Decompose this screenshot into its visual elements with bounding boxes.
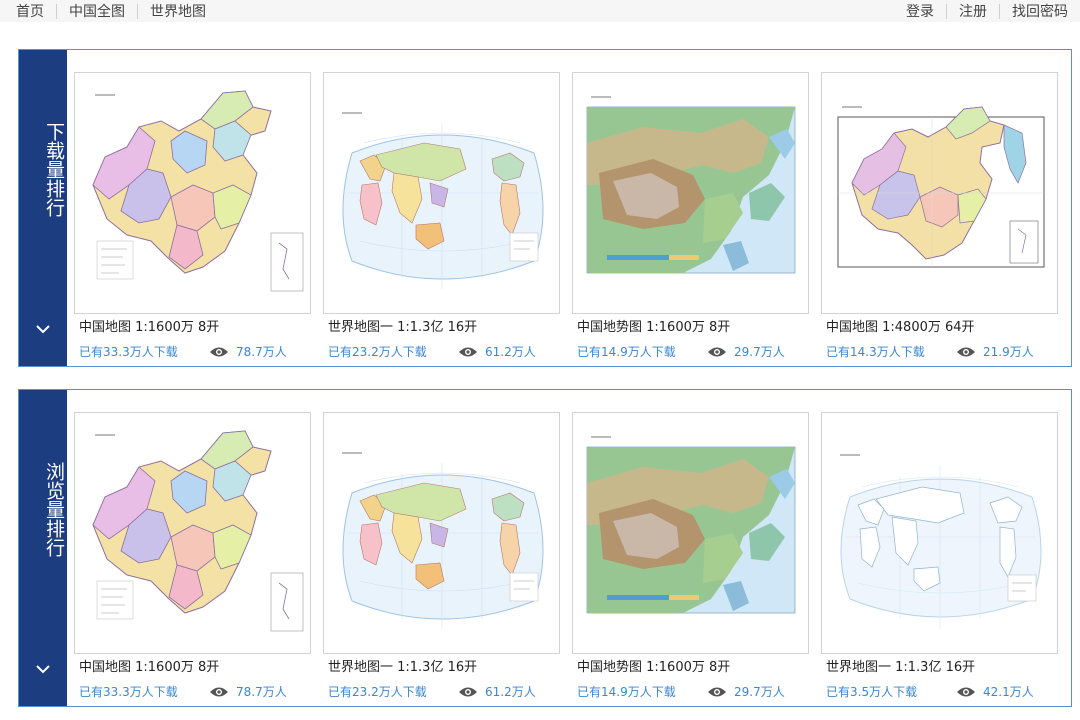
- map-card: 世界地图一 1:1.3亿 16开 已有3.5万人下载 42.1万人: [821, 412, 1058, 699]
- map-stats: 已有23.2万人下载 61.2万人: [328, 343, 558, 359]
- map-image: [573, 73, 808, 313]
- download-count: 已有14.9万人下载: [577, 685, 676, 699]
- map-card: 中国地图 1:1600万 8开 已有33.3万人下载 78.7万人: [74, 72, 311, 359]
- map-image: [573, 413, 808, 653]
- section-label: 浏览量排行: [43, 462, 65, 557]
- map-title[interactable]: 中国地势图 1:1600万 8开: [577, 656, 730, 675]
- download-count: 已有33.3万人下载: [79, 685, 178, 699]
- map-card: 中国地图 1:1600万 8开 已有33.3万人下载 78.7万人: [74, 412, 311, 699]
- nav-home-link[interactable]: 首页: [16, 1, 44, 21]
- map-image: [324, 413, 559, 653]
- download-count: 已有14.3万人下载: [826, 345, 925, 359]
- view-count-text: 29.7万人: [734, 345, 785, 359]
- recover-password-link[interactable]: 找回密码: [1012, 1, 1068, 21]
- map-stats: 已有14.9万人下载 29.7万人: [577, 343, 807, 359]
- auth-links: 登录 注册 找回密码: [906, 0, 1068, 22]
- map-title[interactable]: 中国地图 1:4800万 64开: [826, 316, 975, 335]
- map-thumbnail[interactable]: [74, 72, 311, 314]
- map-stats: 已有23.2万人下载 61.2万人: [328, 683, 558, 699]
- view-count-text: 21.9万人: [983, 345, 1034, 359]
- chevron-down-icon[interactable]: [19, 324, 67, 340]
- eye-icon: [957, 687, 975, 696]
- download-count: 已有3.5万人下载: [826, 685, 918, 699]
- map-image: [75, 73, 310, 313]
- nav-divider: [56, 3, 57, 19]
- view-count-text: 29.7万人: [734, 685, 785, 699]
- nav-world-map-link[interactable]: 世界地图: [150, 1, 206, 21]
- map-image: [822, 73, 1057, 313]
- download-count: 已有23.2万人下载: [328, 345, 427, 359]
- auth-divider: [999, 3, 1000, 19]
- map-title[interactable]: 世界地图一 1:1.3亿 16开: [328, 316, 477, 335]
- download-count: 已有33.3万人下载: [79, 345, 178, 359]
- nav-divider: [137, 3, 138, 19]
- chevron-down-icon[interactable]: [19, 664, 67, 680]
- eye-icon: [708, 687, 726, 696]
- map-card: 中国地势图 1:1600万 8开 已有14.9万人下载 29.7万人: [572, 412, 809, 699]
- map-card: 中国地图 1:4800万 64开 已有14.3万人下载 21.9万人: [821, 72, 1058, 359]
- login-link[interactable]: 登录: [906, 1, 934, 21]
- map-title[interactable]: 中国地图 1:1600万 8开: [79, 316, 219, 335]
- view-count: 78.7万人: [209, 343, 287, 360]
- download-count: 已有14.9万人下载: [577, 345, 676, 359]
- download-ranking-sidebar: 下载量排行: [19, 50, 67, 366]
- eye-icon: [459, 687, 477, 696]
- eye-icon: [957, 347, 975, 356]
- eye-icon: [210, 347, 228, 356]
- view-count: 29.7万人: [707, 683, 785, 700]
- view-ranking-panel: 浏览量排行 中国地图 1:1600万 8开 已有33.3万人下载 78.7万人 …: [18, 389, 1072, 707]
- map-thumbnail[interactable]: [323, 72, 560, 314]
- map-stats: 已有33.3万人下载 78.7万人: [79, 343, 309, 359]
- map-stats: 已有14.3万人下载 21.9万人: [826, 343, 1056, 359]
- view-count-text: 61.2万人: [485, 685, 536, 699]
- auth-divider: [946, 3, 947, 19]
- map-title[interactable]: 中国地图 1:1600万 8开: [79, 656, 219, 675]
- eye-icon: [210, 687, 228, 696]
- map-card: 世界地图一 1:1.3亿 16开 已有23.2万人下载 61.2万人: [323, 72, 560, 359]
- map-card: 中国地势图 1:1600万 8开 已有14.9万人下载 29.7万人: [572, 72, 809, 359]
- map-title[interactable]: 世界地图一 1:1.3亿 16开: [826, 656, 975, 675]
- view-count-text: 78.7万人: [236, 345, 287, 359]
- map-image: [822, 413, 1057, 653]
- view-count: 61.2万人: [458, 343, 536, 360]
- download-ranking-panel: 下载量排行 中国地图 1:1600万 8开 已有33.3万人下载 78.7万人 …: [18, 49, 1072, 367]
- map-thumbnail[interactable]: [572, 412, 809, 654]
- view-count: 42.1万人: [956, 683, 1034, 700]
- view-count: 29.7万人: [707, 343, 785, 360]
- view-count: 61.2万人: [458, 683, 536, 700]
- map-thumbnail[interactable]: [821, 72, 1058, 314]
- download-count: 已有23.2万人下载: [328, 685, 427, 699]
- map-stats: 已有3.5万人下载 42.1万人: [826, 683, 1056, 699]
- section-label: 下载量排行: [43, 122, 65, 217]
- map-card: 世界地图一 1:1.3亿 16开 已有23.2万人下载 61.2万人: [323, 412, 560, 699]
- eye-icon: [708, 347, 726, 356]
- map-thumbnail[interactable]: [572, 72, 809, 314]
- view-count-text: 61.2万人: [485, 345, 536, 359]
- eye-icon: [459, 347, 477, 356]
- map-image: [324, 73, 559, 313]
- main-nav: 首页 中国全图 世界地图: [16, 0, 206, 22]
- map-thumbnail[interactable]: [821, 412, 1058, 654]
- map-stats: 已有33.3万人下载 78.7万人: [79, 683, 309, 699]
- nav-china-map-link[interactable]: 中国全图: [69, 1, 125, 21]
- map-stats: 已有14.9万人下载 29.7万人: [577, 683, 807, 699]
- map-title[interactable]: 世界地图一 1:1.3亿 16开: [328, 656, 477, 675]
- map-image: [75, 413, 310, 653]
- map-thumbnail[interactable]: [323, 412, 560, 654]
- view-count-text: 78.7万人: [236, 685, 287, 699]
- view-count: 21.9万人: [956, 343, 1034, 360]
- view-count: 78.7万人: [209, 683, 287, 700]
- view-ranking-sidebar: 浏览量排行: [19, 390, 67, 706]
- map-thumbnail[interactable]: [74, 412, 311, 654]
- map-title[interactable]: 中国地势图 1:1600万 8开: [577, 316, 730, 335]
- top-bar: 首页 中国全图 世界地图 登录 注册 找回密码: [0, 0, 1080, 22]
- register-link[interactable]: 注册: [959, 1, 987, 21]
- view-count-text: 42.1万人: [983, 685, 1034, 699]
